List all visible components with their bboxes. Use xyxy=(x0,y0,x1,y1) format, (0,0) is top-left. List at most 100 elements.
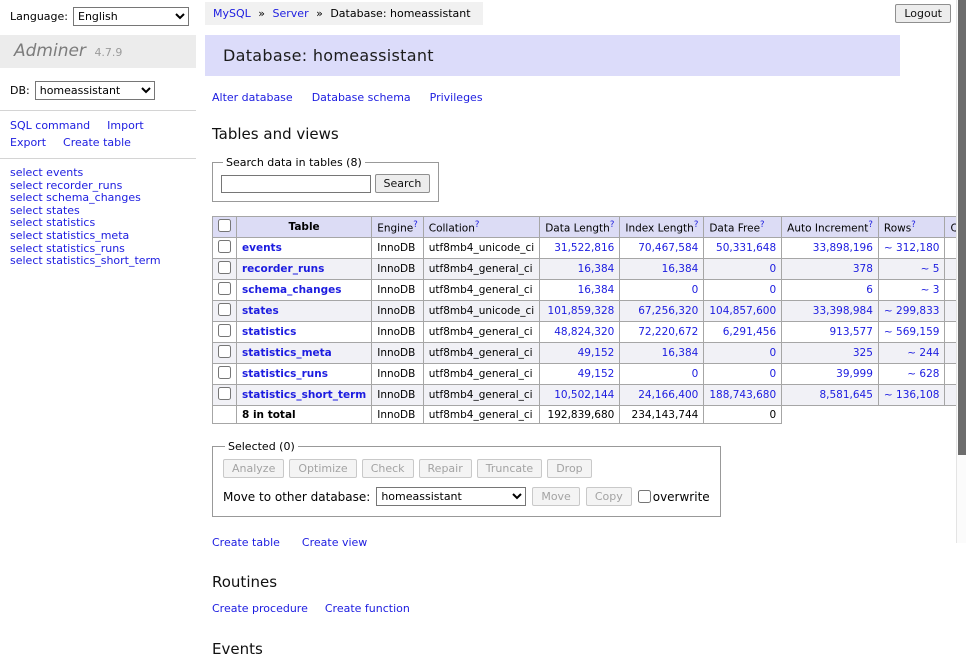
row-checkbox[interactable] xyxy=(218,324,231,337)
breadcrumb-item[interactable]: MySQL xyxy=(213,7,251,20)
data-free-cell: 50,331,648 xyxy=(704,238,782,259)
help-link[interactable]: ? xyxy=(694,220,699,230)
row-checkbox[interactable] xyxy=(218,261,231,274)
total-data-length-cell: 192,839,680 xyxy=(540,406,620,424)
move-button[interactable]: Move xyxy=(532,487,580,506)
header-checkbox-cell xyxy=(213,217,237,238)
sidebar-action-link[interactable]: Export xyxy=(10,136,46,149)
selected-action-button[interactable]: Repair xyxy=(419,459,472,478)
table-name-link[interactable]: states xyxy=(242,305,279,317)
table-name-link[interactable]: statistics_short_term xyxy=(242,389,366,401)
move-row: Move to other database: homeassistant Mo… xyxy=(223,487,710,506)
row-checkbox[interactable] xyxy=(218,303,231,316)
vertical-scrollbar[interactable] xyxy=(956,0,966,543)
search-input[interactable] xyxy=(221,175,371,193)
sidebar-table-link[interactable]: select statistics_short_term xyxy=(10,255,196,268)
total-collation-cell: utf8mb4_general_ci xyxy=(423,406,539,424)
table-name-cell: schema_changes xyxy=(237,280,372,301)
sidebar-table-link[interactable]: select events xyxy=(10,167,196,180)
logout-button[interactable]: Logout xyxy=(895,4,951,23)
selected-action-button[interactable]: Check xyxy=(362,459,414,478)
selected-legend: Selected (0) xyxy=(225,440,298,453)
total-data-free-cell: 0 xyxy=(704,406,782,424)
help-link[interactable]: ? xyxy=(760,220,765,230)
collation-cell: utf8mb4_general_ci xyxy=(423,364,539,385)
row-checkbox-cell xyxy=(213,301,237,322)
select-all-checkbox[interactable] xyxy=(218,219,231,232)
index-length-cell: 16,384 xyxy=(620,343,704,364)
row-checkbox[interactable] xyxy=(218,282,231,295)
help-link[interactable]: ? xyxy=(868,220,873,230)
help-link[interactable]: ? xyxy=(413,220,418,230)
overwrite-checkbox[interactable] xyxy=(638,490,651,503)
index-length-cell: 16,384 xyxy=(620,259,704,280)
help-link[interactable]: ? xyxy=(911,220,916,230)
rows-count-cell: ~ 3 xyxy=(878,280,945,301)
search-button[interactable]: Search xyxy=(375,174,431,193)
selected-fieldset: Selected (0) Analyze Optimize Check Repair T… xyxy=(212,440,721,517)
selected-action-button[interactable]: Analyze xyxy=(223,459,284,478)
language-select[interactable]: English xyxy=(73,7,189,26)
table-name-cell: statistics xyxy=(237,322,372,343)
engine-cell: InnoDB xyxy=(372,259,424,280)
selected-action-button[interactable]: Optimize xyxy=(289,459,356,478)
collation-cell: utf8mb4_unicode_ci xyxy=(423,238,539,259)
column-header: Table xyxy=(237,217,372,238)
rows-count-link[interactable]: ~ 136,108 xyxy=(884,389,940,401)
rows-count-link[interactable]: ~ 244 xyxy=(907,347,939,359)
help-link[interactable]: ? xyxy=(475,220,480,230)
index-length-cell: 0 xyxy=(620,280,704,301)
collation-cell: utf8mb4_unicode_ci xyxy=(423,301,539,322)
db-select[interactable]: homeassistant xyxy=(35,81,155,100)
rows-count-link[interactable]: ~ 628 xyxy=(907,368,939,380)
routine-link[interactable]: Create function xyxy=(325,602,410,615)
app-version: 4.7.9 xyxy=(94,46,122,59)
row-checkbox[interactable] xyxy=(218,240,231,253)
auto-increment-cell: 33,898,196 xyxy=(782,238,879,259)
table-total-row: 8 in totalInnoDButf8mb4_general_ci192,83… xyxy=(213,406,966,424)
table-name-link[interactable]: events xyxy=(242,242,282,254)
table-name-cell: recorder_runs xyxy=(237,259,372,280)
db-action-link[interactable]: Privileges xyxy=(430,91,483,104)
data-free-cell: 0 xyxy=(704,280,782,301)
selected-action-button[interactable]: Drop xyxy=(547,459,591,478)
selected-action-button[interactable]: Truncate xyxy=(477,459,542,478)
sidebar-action-link[interactable]: Create table xyxy=(63,136,131,149)
help-link[interactable]: ? xyxy=(610,220,615,230)
table-name-link[interactable]: schema_changes xyxy=(242,284,342,296)
rows-count-link[interactable]: ~ 3 xyxy=(921,284,940,296)
breadcrumb-item[interactable]: Server xyxy=(273,7,309,20)
language-label: Language: xyxy=(10,10,68,23)
rows-count-link[interactable]: ~ 299,833 xyxy=(884,305,940,317)
sidebar-table-links: select eventsselect recorder_runsselect … xyxy=(0,159,196,268)
table-row: schema_changesInnoDButf8mb4_general_ci16… xyxy=(213,280,966,301)
row-checkbox[interactable] xyxy=(218,387,231,400)
index-length-cell: 67,256,320 xyxy=(620,301,704,322)
sidebar-action-link[interactable]: Import xyxy=(107,119,144,132)
rows-count-link[interactable]: ~ 5 xyxy=(921,263,940,275)
row-checkbox[interactable] xyxy=(218,345,231,358)
table-name-link[interactable]: statistics_meta xyxy=(242,347,332,359)
rows-count-link[interactable]: ~ 312,180 xyxy=(884,242,940,254)
routine-link[interactable]: Create procedure xyxy=(212,602,308,615)
row-checkbox[interactable] xyxy=(218,366,231,379)
engine-cell: InnoDB xyxy=(372,238,424,259)
sidebar-table-link[interactable]: select schema_changes xyxy=(10,192,196,205)
sidebar-action-link[interactable]: SQL command xyxy=(10,119,90,132)
engine-cell: InnoDB xyxy=(372,364,424,385)
rows-count-link[interactable]: ~ 569,159 xyxy=(884,326,940,338)
db-action-link[interactable]: Database schema xyxy=(312,91,411,104)
sidebar-table-link[interactable]: select statistics_meta xyxy=(10,230,196,243)
breadcrumb-item: Database: homeassistant xyxy=(330,7,470,20)
app-name: Adminer xyxy=(14,41,86,61)
table-name-link[interactable]: statistics_runs xyxy=(242,368,328,380)
table-name-link[interactable]: statistics xyxy=(242,326,296,338)
copy-button[interactable]: Copy xyxy=(586,487,632,506)
data-free-cell: 104,857,600 xyxy=(704,301,782,322)
move-db-select[interactable]: homeassistant xyxy=(376,487,526,506)
overwrite-label: overwrite xyxy=(653,490,710,504)
column-header: Engine? xyxy=(372,217,424,238)
table-name-link[interactable]: recorder_runs xyxy=(242,263,324,275)
db-action-link[interactable]: Alter database xyxy=(212,91,293,104)
scrollbar-thumb[interactable] xyxy=(958,0,966,455)
